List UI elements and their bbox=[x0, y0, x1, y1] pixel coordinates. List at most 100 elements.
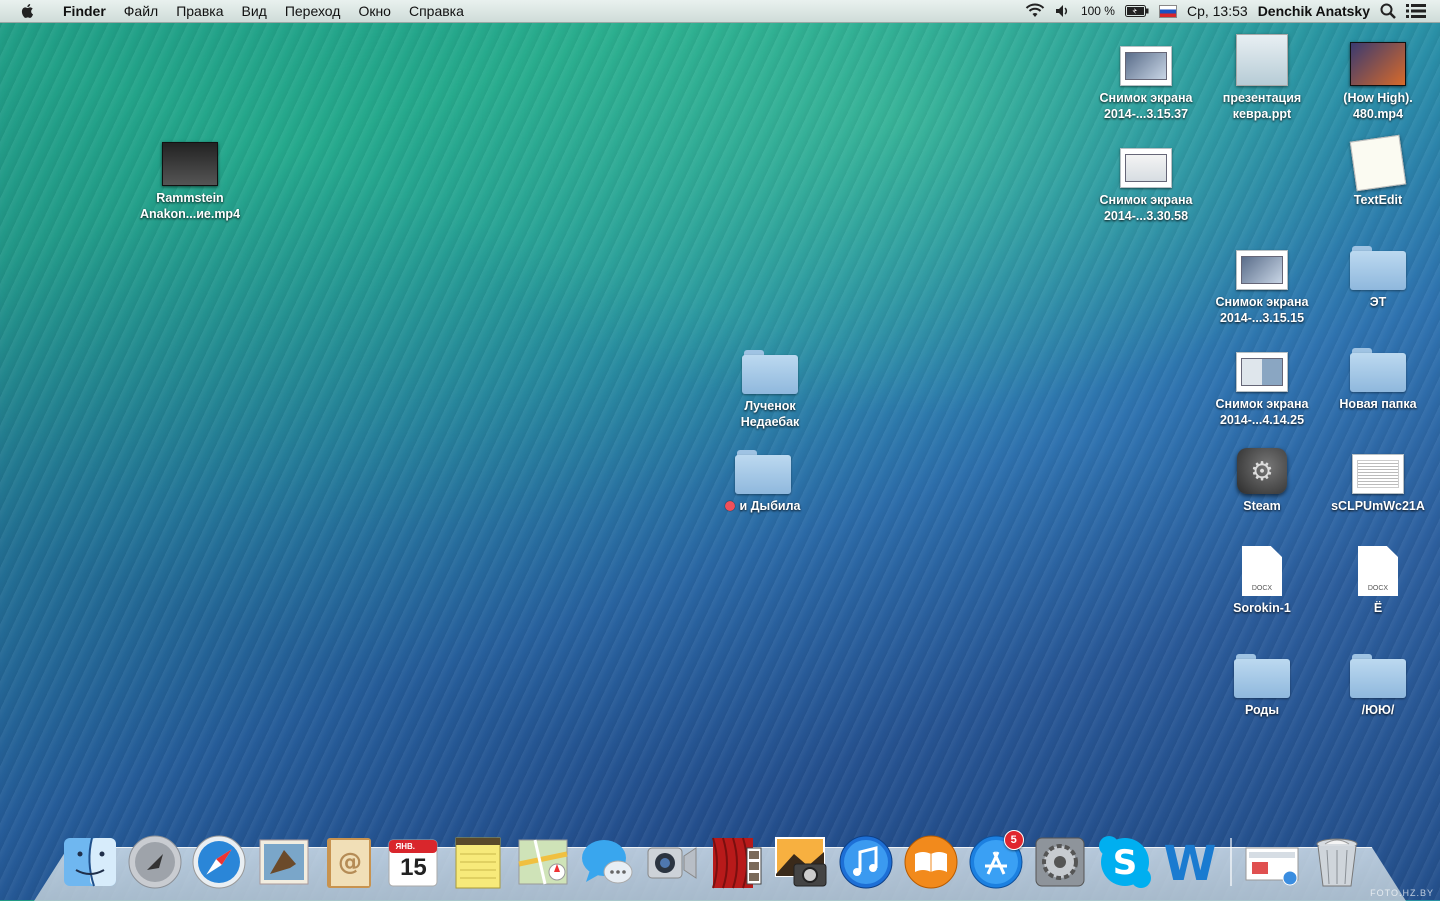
menu-edit[interactable]: Правка bbox=[167, 0, 232, 22]
svg-text:W: W bbox=[1163, 836, 1216, 890]
dock: @ ЯНВ. 15 5 S W bbox=[60, 822, 1380, 892]
desktop-icon-yo-docx[interactable]: DOCX Ё bbox=[1318, 540, 1438, 616]
mail-icon[interactable] bbox=[254, 832, 314, 892]
itunes-icon[interactable] bbox=[836, 832, 896, 892]
powerpoint-file-icon bbox=[1236, 34, 1288, 86]
folder-icon bbox=[742, 350, 798, 394]
desktop-icon-folder-rody[interactable]: Роды bbox=[1202, 642, 1322, 718]
desktop-icon-label: Новая папка bbox=[1339, 397, 1417, 411]
docx-extension-label: DOCX bbox=[1367, 585, 1389, 592]
desktop-icon-textedit[interactable]: TextEdit bbox=[1318, 132, 1438, 208]
desktop-icon-label: Лученок Недаебак bbox=[740, 399, 800, 429]
menu-window[interactable]: Окно bbox=[349, 0, 400, 22]
desktop-icon-folder-yuyu[interactable]: /ЮЮ/ bbox=[1318, 642, 1438, 718]
desktop-icon-label: Rammstein Anakon...ие.mp4 bbox=[139, 191, 241, 221]
desktop-icon-sclpumwc21a[interactable]: sCLPUmWc21A bbox=[1318, 438, 1438, 514]
menu-clock[interactable]: Ср, 13:53 bbox=[1187, 3, 1248, 19]
desktop-icon-label: презентация кевра.ppt bbox=[1222, 91, 1302, 121]
red-tag-icon bbox=[725, 501, 736, 511]
word-icon[interactable]: W bbox=[1160, 832, 1220, 892]
desktop-icon-label: /ЮЮ/ bbox=[1361, 703, 1395, 717]
folder-icon bbox=[1350, 654, 1406, 698]
facetime-icon[interactable] bbox=[642, 832, 702, 892]
desktop-icon-label: (How High). 480.mp4 bbox=[1343, 91, 1413, 121]
desktop-icon-label: ЭТ bbox=[1369, 295, 1387, 309]
docx-file-icon: DOCX bbox=[1242, 546, 1282, 596]
menu-user-name[interactable]: Denchik Anatsky bbox=[1258, 3, 1370, 19]
desktop-icon-label: Снимок экрана 2014-...3.15.15 bbox=[1215, 295, 1309, 325]
volume-icon[interactable] bbox=[1055, 4, 1071, 18]
desktop-icon-label: Ё bbox=[1373, 601, 1383, 615]
downloads-stack-icon[interactable] bbox=[1242, 832, 1302, 892]
desktop-icon-screenshot-31515[interactable]: Снимок экрана 2014-...3.15.15 bbox=[1202, 234, 1322, 326]
desktop-icon-rammstein-video[interactable]: Rammstein Anakon...ие.mp4 bbox=[130, 130, 250, 222]
skype-icon[interactable]: S bbox=[1095, 832, 1155, 892]
calendar-month-label: ЯНВ. bbox=[395, 842, 415, 851]
desktop-icon-label: Роды bbox=[1244, 703, 1280, 717]
video-thumbnail-icon bbox=[162, 142, 218, 186]
finder-icon[interactable] bbox=[60, 832, 120, 892]
desktop-icon-sorokin-docx[interactable]: DOCX Sorokin-1 bbox=[1202, 540, 1322, 616]
desktop-icon-label: Снимок экрана 2014-...3.15.37 bbox=[1099, 91, 1193, 121]
menu-view[interactable]: Вид bbox=[233, 0, 276, 22]
ibooks-icon[interactable] bbox=[901, 832, 961, 892]
folder-icon bbox=[1350, 246, 1406, 290]
desktop-icon-folder-luchenok[interactable]: Лученок Недаебак bbox=[710, 338, 830, 430]
battery-percent[interactable]: 100 % bbox=[1081, 4, 1115, 18]
steam-app-icon: ⚙ bbox=[1237, 448, 1287, 494]
document-file-icon bbox=[1352, 454, 1404, 494]
maps-icon[interactable] bbox=[513, 832, 573, 892]
calendar-icon[interactable]: ЯНВ. 15 bbox=[383, 832, 443, 892]
launchpad-icon[interactable] bbox=[125, 832, 185, 892]
screenshot-file-icon bbox=[1120, 46, 1172, 86]
desktop-icon-screenshot-41425[interactable]: Снимок экрана 2014-...4.14.25 bbox=[1202, 336, 1322, 428]
textedit-app-icon bbox=[1349, 134, 1407, 192]
desktop-icon-folder-dybila[interactable]: и Дыбила bbox=[703, 438, 823, 514]
desktop-icon-label-text: и Дыбила bbox=[739, 499, 801, 513]
svg-text:@: @ bbox=[338, 848, 362, 876]
trash-icon[interactable] bbox=[1307, 832, 1367, 892]
wifi-icon[interactable] bbox=[1025, 3, 1045, 19]
menu-bar: Finder Файл Правка Вид Переход Окно Спра… bbox=[0, 0, 1440, 23]
apple-menu-icon[interactable] bbox=[18, 2, 38, 20]
menu-go[interactable]: Переход bbox=[276, 0, 350, 22]
input-source-flag-icon[interactable] bbox=[1158, 4, 1177, 18]
menu-help[interactable]: Справка bbox=[400, 0, 473, 22]
messages-icon[interactable] bbox=[578, 832, 638, 892]
desktop-icon-label: Снимок экрана 2014-...3.30.58 bbox=[1099, 193, 1193, 223]
battery-icon[interactable] bbox=[1124, 5, 1149, 17]
desktop-icon-label: и Дыбила bbox=[703, 498, 823, 514]
screenshot-file-icon bbox=[1120, 148, 1172, 188]
desktop-icon-label: Steam bbox=[1243, 499, 1281, 513]
desktop-icon-screenshot-33058[interactable]: Снимок экрана 2014-...3.30.58 bbox=[1086, 132, 1206, 224]
desktop-icon-label: sCLPUmWc21A bbox=[1331, 499, 1425, 513]
desktop-icon-presentation-ppt[interactable]: презентация кевра.ppt bbox=[1202, 30, 1322, 122]
folder-icon bbox=[1234, 654, 1290, 698]
folder-icon bbox=[735, 450, 791, 494]
desktop-icon-folder-et[interactable]: ЭТ bbox=[1318, 234, 1438, 310]
screenshot-file-icon bbox=[1236, 352, 1288, 392]
menu-file[interactable]: Файл bbox=[115, 0, 167, 22]
dock-separator bbox=[1230, 838, 1233, 886]
photo-booth-icon[interactable] bbox=[707, 832, 767, 892]
notification-center-icon[interactable] bbox=[1406, 3, 1426, 19]
desktop-icon-label: Sorokin-1 bbox=[1233, 601, 1291, 615]
desktop-icon-steam[interactable]: ⚙ Steam bbox=[1202, 438, 1322, 514]
menu-app-name[interactable]: Finder bbox=[54, 0, 115, 22]
desktop-icon-screenshot-31537[interactable]: Снимок экрана 2014-...3.15.37 bbox=[1086, 30, 1206, 122]
screenshot-file-icon bbox=[1236, 250, 1288, 290]
watermark-text: FOTO.HZ.BY bbox=[1370, 888, 1434, 898]
desktop-icon-label: TextEdit bbox=[1353, 193, 1403, 207]
system-preferences-icon[interactable] bbox=[1030, 832, 1090, 892]
contacts-icon[interactable]: @ bbox=[319, 832, 379, 892]
calendar-day-label: 15 bbox=[400, 854, 427, 881]
iphoto-icon[interactable] bbox=[772, 832, 832, 892]
video-thumbnail-icon bbox=[1350, 42, 1406, 86]
notes-icon[interactable] bbox=[448, 832, 508, 892]
svg-text:S: S bbox=[1113, 843, 1138, 883]
desktop-icon-how-high-video[interactable]: (How High). 480.mp4 bbox=[1318, 30, 1438, 122]
app-store-icon[interactable]: 5 bbox=[966, 830, 1026, 892]
desktop-icon-folder-new[interactable]: Новая папка bbox=[1318, 336, 1438, 412]
spotlight-search-icon[interactable] bbox=[1380, 3, 1396, 19]
safari-icon[interactable] bbox=[189, 832, 249, 892]
